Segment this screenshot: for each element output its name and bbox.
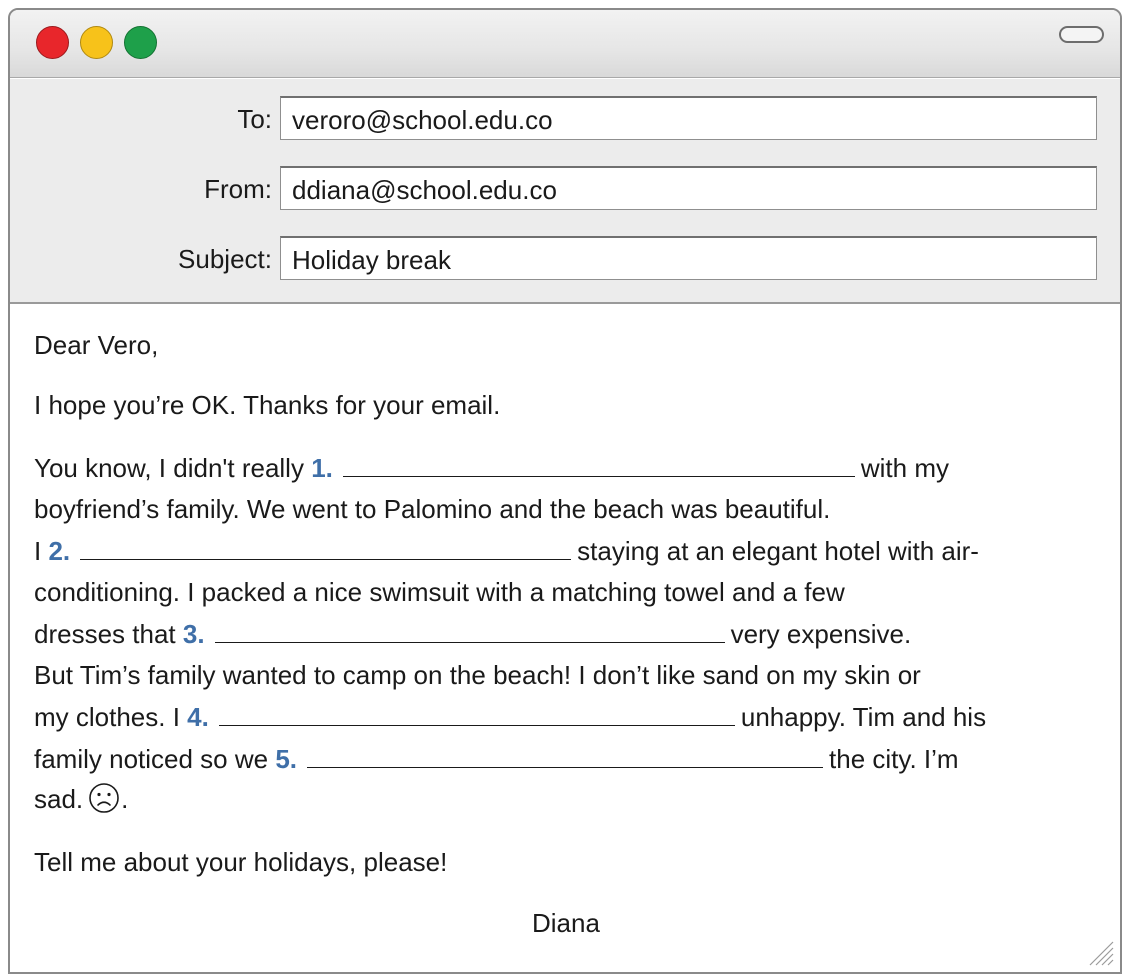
- from-label: From:: [204, 174, 272, 204]
- blank-5: [307, 738, 824, 768]
- text-segment: with my: [860, 453, 949, 483]
- subject-field[interactable]: Holiday break: [280, 236, 1097, 280]
- text-segment: dresses that: [34, 619, 176, 649]
- text-segment: I: [34, 536, 42, 566]
- blank-2: [80, 530, 572, 560]
- blank-3: [214, 613, 725, 643]
- text-segment: family noticed so we: [34, 744, 269, 774]
- text-segment: very expensive.: [730, 619, 912, 649]
- toolbar-toggle-button[interactable]: [1059, 26, 1104, 43]
- body-line-8: family noticed so we 5. the city. I’m: [34, 738, 959, 781]
- blank-4: [218, 696, 735, 726]
- to-row: To: veroro@school.edu.co: [10, 96, 1120, 140]
- signature: Diana: [532, 908, 600, 938]
- body-line-3: I 2. staying at an elegant hotel with air…: [34, 530, 979, 573]
- message-body[interactable]: Dear Vero, I hope you’re OK. Thanks for …: [34, 305, 1110, 972]
- closing-line: Tell me about your holidays, please!: [34, 847, 448, 877]
- email-header: To: veroro@school.edu.co From: ddiana@sc…: [10, 79, 1120, 304]
- body-line-2: boyfriend’s family. We went to Palomino …: [34, 494, 831, 524]
- gap-number-2: 2.: [48, 536, 71, 566]
- subject-label: Subject:: [178, 244, 272, 274]
- gap-number-5: 5.: [275, 744, 298, 774]
- body-line-5: dresses that 3. very expensive.: [34, 613, 911, 656]
- gap-number-3: 3.: [182, 619, 205, 649]
- text-segment: my clothes. I: [34, 702, 180, 732]
- blank-1: [342, 447, 855, 477]
- minimize-button[interactable]: [80, 26, 113, 59]
- title-bar: [10, 10, 1120, 78]
- zoom-button[interactable]: [124, 26, 157, 59]
- to-label: To:: [237, 104, 272, 134]
- body-line-4: conditioning. I packed a nice swimsuit w…: [34, 577, 845, 607]
- sad-face-icon: [89, 783, 119, 813]
- subject-row: Subject: Holiday break: [10, 236, 1120, 280]
- text-segment: staying at an elegant hotel with air-: [577, 536, 979, 566]
- gap-number-4: 4.: [187, 702, 209, 732]
- close-button[interactable]: [36, 26, 69, 59]
- text-segment: the city. I’m: [829, 744, 959, 774]
- resize-grip-icon[interactable]: [1086, 938, 1114, 966]
- text-segment: unhappy. Tim and his: [740, 702, 987, 732]
- email-window: To: veroro@school.edu.co From: ddiana@sc…: [8, 8, 1122, 974]
- text-segment: sad.: [34, 784, 84, 814]
- text-segment: .: [121, 784, 129, 814]
- intro-line: I hope you’re OK. Thanks for your email.: [34, 390, 501, 420]
- body-line-6: But Tim’s family wanted to camp on the b…: [34, 660, 921, 690]
- from-row: From: ddiana@school.edu.co: [10, 166, 1120, 210]
- gap-number-1: 1.: [311, 453, 333, 483]
- greeting: Dear Vero,: [34, 330, 159, 360]
- body-line-7: my clothes. I 4. unhappy. Tim and his: [34, 696, 986, 739]
- to-field[interactable]: veroro@school.edu.co: [280, 96, 1097, 140]
- body-line-1: You know, I didn't really 1. with my: [34, 447, 949, 490]
- text-segment: You know, I didn't really: [34, 453, 304, 483]
- body-line-9: sad..: [34, 779, 128, 821]
- from-field[interactable]: ddiana@school.edu.co: [280, 166, 1097, 210]
